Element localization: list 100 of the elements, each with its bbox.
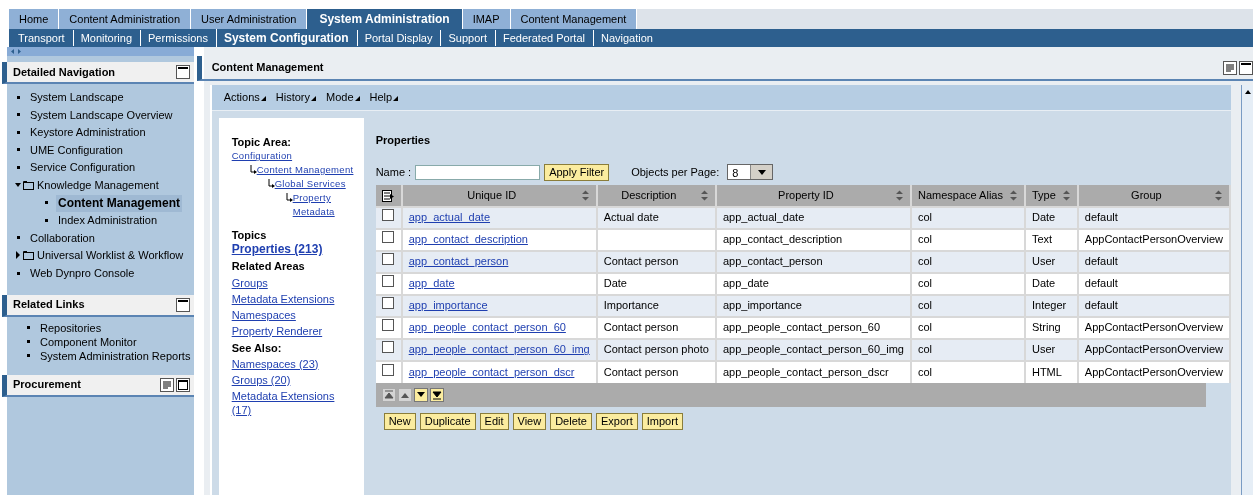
last-page-button[interactable] [429, 387, 444, 402]
table-cell: Contact person [603, 365, 679, 378]
action-button[interactable]: New [383, 412, 416, 430]
action-button[interactable]: View [512, 412, 547, 430]
related-link[interactable]: Component Monitor [38, 334, 139, 349]
nav-item[interactable]: System Landscape [28, 89, 126, 107]
breadcrumb-link[interactable]: Content Management [256, 163, 354, 178]
expanded-folder-icon[interactable] [15, 179, 35, 190]
topic-link[interactable]: Metadata Extensions [231, 291, 335, 306]
panel-title: Procurement [13, 377, 82, 393]
related-link[interactable]: System Administration Reports [38, 348, 193, 363]
nav-link[interactable]: Monitoring [72, 29, 137, 47]
table-link[interactable]: app_date [408, 277, 455, 290]
table-cell: Date [603, 277, 627, 290]
action-button[interactable]: Delete [550, 412, 592, 430]
table-cell: col [917, 277, 932, 290]
nav-tab[interactable]: IMAP [462, 9, 511, 29]
topic-link[interactable]: Properties (213) [231, 242, 364, 257]
action-button[interactable]: Import [641, 412, 683, 430]
nav-link[interactable]: Federated Portal [495, 29, 589, 47]
section-heading: Topics [231, 229, 268, 243]
action-button[interactable]: Duplicate [419, 412, 476, 430]
menu-button[interactable]: Mode [326, 89, 360, 106]
topic-link[interactable]: Groups [231, 275, 268, 290]
action-button[interactable]: Export [595, 412, 638, 430]
nav-item[interactable]: Universal Worklist & Workflow [35, 247, 186, 265]
next-page-button[interactable] [413, 387, 428, 402]
table-cell: HTML [1031, 365, 1062, 378]
panel-title: Related Links [13, 297, 86, 313]
topic-link[interactable]: Metadata Extensions (17) [231, 388, 354, 417]
sort-icon[interactable] [1008, 189, 1018, 201]
menu-button[interactable]: Help [369, 89, 399, 106]
sort-icon[interactable] [1214, 189, 1223, 201]
nav-item[interactable]: Keystore Administration [28, 124, 148, 142]
breadcrumb-link[interactable]: Property Metadata [292, 191, 345, 220]
topic-link[interactable]: Property Renderer [231, 323, 323, 338]
minimize-button[interactable] [175, 297, 190, 312]
breadcrumb-link[interactable]: Configuration [231, 149, 293, 164]
nav-item[interactable]: Content Management [56, 194, 182, 213]
section-heading: Related Areas [231, 260, 306, 274]
nav-link[interactable]: Portal Display [356, 29, 437, 47]
topic-link[interactable]: Namespaces (23) [231, 356, 319, 371]
field-label: Name : [375, 164, 412, 180]
menu-button[interactable]: Actions [223, 89, 266, 106]
nav-link[interactable]: Support [440, 29, 491, 47]
minimize-button[interactable] [1239, 60, 1253, 75]
nav-item[interactable]: Index Administration [56, 212, 160, 230]
row-checkbox[interactable] [381, 363, 394, 376]
apply-filter-button[interactable]: Apply Filter [544, 163, 610, 181]
menu-icon[interactable] [1223, 60, 1237, 75]
nav-item[interactable]: UME Configuration [28, 141, 125, 160]
nav-item[interactable]: Knowledge Management [35, 176, 161, 195]
sort-icon[interactable] [894, 189, 904, 201]
topic-link[interactable]: Namespaces [231, 307, 296, 322]
minimize-button[interactable] [175, 65, 190, 79]
row-checkbox[interactable] [381, 341, 394, 354]
table-cell: app_people_contact_person_60_img [722, 343, 904, 356]
nav-tab[interactable]: Content Administration [59, 9, 191, 29]
nav-link[interactable]: Transport [15, 29, 69, 47]
topic-link[interactable]: Groups (20) [231, 372, 291, 387]
row-checkbox[interactable] [381, 209, 394, 222]
table-cell: AppContactPersonOverview [1084, 365, 1223, 378]
row-checkbox[interactable] [381, 319, 394, 332]
per-page-select[interactable]: 8 [727, 164, 774, 180]
row-checkbox[interactable] [381, 253, 394, 266]
related-link[interactable]: Repositories [38, 320, 104, 335]
field-label: Objects per Page: [631, 164, 720, 180]
maximize-button[interactable] [175, 377, 190, 392]
nav-item[interactable]: Web Dynpro Console [28, 264, 137, 283]
table-cell: Importance [603, 299, 659, 312]
nav-item[interactable]: Collaboration [28, 229, 97, 248]
sort-icon[interactable] [699, 189, 709, 201]
nav-tab[interactable]: Home [9, 9, 60, 29]
menu-button[interactable]: History [275, 89, 316, 106]
scrollbar[interactable] [1241, 85, 1253, 495]
content-title: Content Management [211, 60, 325, 76]
minimize-icon [177, 67, 188, 70]
row-checkbox[interactable] [381, 275, 394, 288]
nav-item[interactable]: System Landscape Overview [28, 106, 175, 125]
collapsed-folder-icon[interactable] [15, 250, 35, 261]
collapse-arrows-icon[interactable] [10, 48, 22, 55]
table-cell: Contact person [603, 321, 679, 334]
action-button[interactable]: Edit [479, 412, 509, 430]
table-cell: col [917, 233, 932, 246]
nav-link[interactable]: Permissions [140, 29, 212, 47]
table-cell: Integer [1031, 299, 1067, 312]
row-checkbox[interactable] [381, 231, 394, 244]
nav-tab[interactable]: System Administration [307, 9, 463, 29]
nav-tab[interactable]: Content Management [510, 9, 638, 29]
nav-link[interactable]: Navigation [592, 29, 657, 47]
row-checkbox[interactable] [381, 297, 394, 310]
column-settings-icon[interactable] [381, 189, 395, 202]
breadcrumb-link[interactable]: Global Services [274, 177, 346, 192]
nav-item[interactable]: Service Configuration [28, 159, 138, 177]
scroll-up-icon[interactable] [1243, 88, 1253, 96]
name-field[interactable] [415, 164, 541, 180]
nav-tab[interactable]: User Administration [191, 9, 308, 29]
menu-icon[interactable] [159, 377, 174, 392]
sort-icon[interactable] [580, 189, 590, 201]
sort-icon[interactable] [1061, 189, 1071, 201]
